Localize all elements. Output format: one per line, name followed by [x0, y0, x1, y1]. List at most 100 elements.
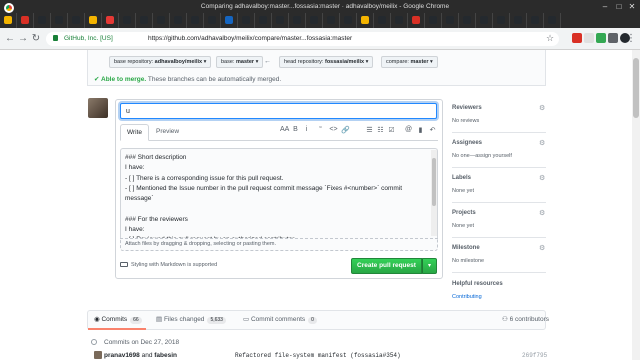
- sidebar-projects-title[interactable]: Projects: [452, 210, 476, 216]
- link-icon[interactable]: 🔗: [341, 126, 350, 134]
- pr-body-text[interactable]: ### Short description I have: - [ ] Ther…: [125, 153, 425, 238]
- browser-tab[interactable]: [68, 13, 85, 28]
- maximize-icon[interactable]: □: [614, 2, 624, 12]
- mention-icon[interactable]: @: [404, 126, 413, 133]
- minimize-icon[interactable]: –: [600, 2, 610, 12]
- bookmark-star-icon[interactable]: ☆: [546, 33, 554, 44]
- markdown-note[interactable]: Styling with Markdown is supported: [120, 262, 217, 268]
- create-options-caret[interactable]: ▾: [422, 258, 437, 274]
- contributors-link[interactable]: ⚇ 6 contributors: [502, 315, 549, 323]
- close-icon[interactable]: ✕: [627, 2, 637, 12]
- tab-write[interactable]: Write: [120, 124, 150, 141]
- reference-icon[interactable]: ▮: [416, 126, 425, 134]
- divider: [452, 237, 546, 238]
- code-icon[interactable]: <>: [329, 126, 338, 133]
- commit-coauthor-link[interactable]: fabesin: [154, 352, 177, 359]
- browser-tab[interactable]: [510, 13, 527, 28]
- reload-icon[interactable]: ↻: [30, 33, 42, 45]
- base-branch-select[interactable]: base: master ▾: [216, 56, 264, 68]
- head-repository-select[interactable]: head repository: fossasia/meilix ▾: [279, 56, 374, 68]
- browser-tab[interactable]: [442, 13, 459, 28]
- gear-icon[interactable]: ⚙: [539, 174, 545, 182]
- browser-tab[interactable]: [153, 13, 170, 28]
- browser-tab[interactable]: [238, 13, 255, 28]
- browser-tab[interactable]: [136, 13, 153, 28]
- browser-tab[interactable]: [272, 13, 289, 28]
- browser-tab[interactable]: [51, 13, 68, 28]
- browser-tab[interactable]: [493, 13, 510, 28]
- gear-icon[interactable]: ⚙: [539, 209, 545, 217]
- header-icon[interactable]: AA: [280, 126, 289, 133]
- sidebar-milestone-title[interactable]: Milestone: [452, 245, 480, 251]
- address-bar[interactable]: GitHub, Inc. [US] https://github.com/adh…: [46, 32, 559, 46]
- gear-icon[interactable]: ⚙: [539, 244, 545, 252]
- pr-title-input[interactable]: [120, 103, 437, 119]
- avatar[interactable]: [94, 351, 102, 359]
- reply-icon[interactable]: ↶: [428, 126, 437, 134]
- browser-tab[interactable]: [221, 13, 238, 28]
- browser-tab[interactable]: [391, 13, 408, 28]
- tab-files-changed[interactable]: ▤ Files changed 5,633: [156, 315, 226, 324]
- attach-files-bar[interactable]: Attach files by dragging & dropping, sel…: [120, 238, 438, 251]
- url-text[interactable]: https://github.com/adhavalboy/meilix/com…: [148, 35, 352, 42]
- bold-icon[interactable]: B: [291, 126, 300, 133]
- bullet-list-icon[interactable]: ☰: [365, 126, 374, 134]
- browser-tab[interactable]: [85, 13, 102, 28]
- chrome-menu-icon[interactable]: ⋮: [625, 33, 637, 45]
- extension-icon[interactable]: [572, 33, 582, 43]
- tab-preview[interactable]: Preview: [150, 124, 185, 141]
- commits-date: Commits on Dec 27, 2018: [104, 339, 180, 346]
- base-repository-select[interactable]: base repository: adhavalboy/meilix ▾: [109, 56, 212, 68]
- task-list-icon[interactable]: ☑: [387, 126, 396, 134]
- gear-icon[interactable]: ⚙: [539, 104, 545, 112]
- extension-icon[interactable]: [608, 33, 618, 43]
- browser-tab[interactable]: [357, 13, 374, 28]
- browser-tab[interactable]: [544, 13, 561, 28]
- browser-tab[interactable]: [119, 13, 136, 28]
- browser-tab[interactable]: [459, 13, 476, 28]
- browser-tab[interactable]: [425, 13, 442, 28]
- tab-commit-comments[interactable]: ▭ Commit comments 0: [243, 315, 317, 324]
- quote-icon[interactable]: “: [316, 126, 325, 133]
- forward-icon[interactable]: →: [17, 33, 29, 45]
- commit-author-link[interactable]: pranav1698: [104, 352, 140, 359]
- compare-branch-select[interactable]: compare: master ▾: [381, 56, 438, 68]
- browser-tab[interactable]: [289, 13, 306, 28]
- browser-tab[interactable]: [306, 13, 323, 28]
- sidebar-labels-title[interactable]: Labels: [452, 175, 471, 181]
- commit-sha-link[interactable]: 269f795: [522, 352, 547, 359]
- favicon-icon: [531, 16, 539, 24]
- contributing-link[interactable]: Contributing: [452, 294, 482, 300]
- browser-tab[interactable]: [34, 13, 51, 28]
- back-icon[interactable]: ←: [4, 33, 16, 45]
- numbered-list-icon[interactable]: ☷: [376, 126, 385, 134]
- pr-body-textarea[interactable]: ### Short description I have: - [ ] Ther…: [120, 148, 438, 238]
- favicon-icon: [259, 16, 267, 24]
- extension-icon[interactable]: [596, 33, 606, 43]
- textarea-scroll-thumb[interactable]: [432, 158, 436, 206]
- browser-tab[interactable]: [204, 13, 221, 28]
- sidebar-assignees-value[interactable]: No one—assign yourself: [452, 153, 512, 159]
- browser-tab[interactable]: [170, 13, 187, 28]
- browser-tab[interactable]: [187, 13, 204, 28]
- sidebar-reviewers-title[interactable]: Reviewers: [452, 105, 482, 111]
- italic-icon[interactable]: i: [302, 126, 311, 133]
- browser-tab[interactable]: [476, 13, 493, 28]
- browser-tab[interactable]: [255, 13, 272, 28]
- gear-icon[interactable]: ⚙: [539, 139, 545, 147]
- browser-tab[interactable]: [374, 13, 391, 28]
- extension-icon[interactable]: [584, 33, 594, 43]
- browser-tab[interactable]: [17, 13, 34, 28]
- browser-tab[interactable]: [527, 13, 544, 28]
- tab-commits[interactable]: ◉ Commits 66: [94, 315, 142, 324]
- browser-tab[interactable]: [102, 13, 119, 28]
- browser-tab[interactable]: [340, 13, 357, 28]
- avatar[interactable]: [88, 98, 108, 118]
- commit-message-link[interactable]: Refactored file-system manifest (fossasi…: [235, 352, 401, 359]
- sidebar-assignees-title[interactable]: Assignees: [452, 140, 482, 146]
- browser-tab[interactable]: [0, 13, 17, 28]
- create-pull-request-button[interactable]: Create pull request: [351, 258, 422, 274]
- page-scroll-thumb[interactable]: [633, 58, 639, 118]
- browser-tab[interactable]: [323, 13, 340, 28]
- browser-tab[interactable]: [408, 13, 425, 28]
